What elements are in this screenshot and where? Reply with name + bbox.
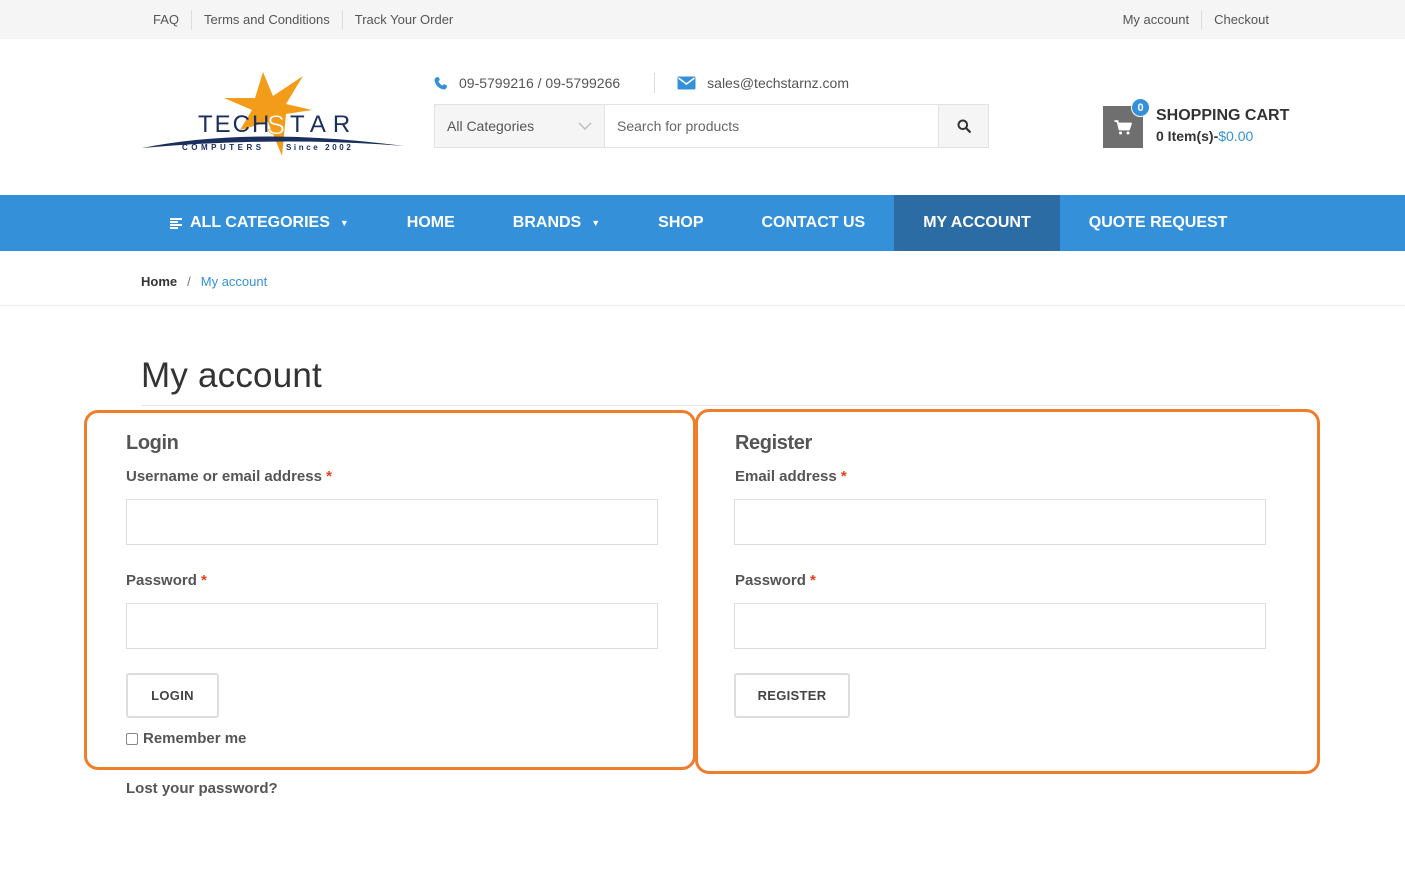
nav-quote-request-label: QUOTE REQUEST (1088, 214, 1228, 231)
nav-home-label: HOME (406, 214, 455, 231)
breadcrumb-separator: / (187, 274, 191, 289)
register-email-field[interactable] (734, 499, 1266, 545)
login-button[interactable]: LOGIN (126, 673, 219, 718)
cart-amount: $0.00 (1218, 128, 1254, 144)
cart-count-badge: 0 (1131, 98, 1150, 117)
username-label-text: Username or email address (126, 468, 322, 485)
lost-password-link[interactable]: Lost your password? (126, 780, 278, 797)
page-title: My account (141, 356, 322, 395)
shopping-cart[interactable]: 0 SHOPPING CART 0 Item(s)-$0.00 (1103, 98, 1289, 148)
logo-text-left: TECH (198, 111, 271, 138)
main-navigation: ALL CATEGORIES ▼ HOME BRANDS ▼ SHOP CONT… (0, 195, 1405, 251)
terms-link[interactable]: Terms and Conditions (192, 9, 343, 30)
remember-me[interactable]: Remember me (126, 730, 246, 747)
required-marker: * (810, 572, 816, 589)
nav-my-account-label: MY ACCOUNT (923, 214, 1031, 231)
my-account-link[interactable]: My account (1111, 9, 1203, 30)
nav-home[interactable]: HOME (378, 195, 484, 251)
required-marker: * (840, 468, 847, 485)
email-contact[interactable]: sales@techstarnz.com (677, 75, 849, 91)
search-bar: All Categories (434, 104, 989, 148)
logo-text-right: TAR (290, 111, 357, 138)
login-password-label-text: Password (126, 572, 197, 589)
username-field[interactable] (126, 499, 658, 545)
register-email-label-text: Email address (735, 468, 837, 485)
phone-icon (434, 76, 448, 89)
track-order-link[interactable]: Track Your Order (343, 10, 466, 30)
login-password-label: Password * (126, 572, 207, 589)
nav-brands[interactable]: BRANDS ▼ (484, 195, 629, 251)
search-input[interactable] (605, 105, 938, 147)
top-bar: FAQ Terms and Conditions Track Your Orde… (0, 0, 1405, 39)
divider (0, 305, 1405, 306)
nav-all-categories-label: ALL CATEGORIES (190, 214, 330, 231)
top-bar-left-links: FAQ Terms and Conditions Track Your Orde… (141, 0, 465, 39)
faq-link[interactable]: FAQ (141, 9, 193, 30)
remember-me-checkbox[interactable] (126, 732, 138, 745)
nav-all-categories[interactable]: ALL CATEGORIES ▼ (141, 195, 378, 251)
breadcrumb: Home / My account (141, 274, 267, 289)
site-logo[interactable]: TECH S TAR COMPUTERS Since 2002 (140, 70, 406, 162)
register-password-label-text: Password (735, 572, 806, 589)
caret-down-icon: ▼ (591, 218, 601, 228)
logo-tagline-right: Since 2002 (286, 143, 353, 152)
logo-tagline-left: COMPUTERS (182, 143, 265, 152)
logo-text-s: S (267, 110, 285, 140)
title-divider (141, 405, 1280, 406)
register-email-label: Email address * (735, 468, 847, 485)
register-password-label: Password * (735, 572, 816, 589)
category-select-value: All Categories (447, 118, 535, 134)
username-label: Username or email address * (126, 468, 332, 485)
breadcrumb-home[interactable]: Home (141, 274, 177, 289)
contact-info: 09-5799216 / 09-5799266 sales@techstarnz… (433, 72, 849, 94)
envelope-icon (677, 76, 696, 90)
phone-number: 09-5799216 / 09-5799266 (459, 75, 621, 91)
cart-items: 0 Item(s)- (1156, 128, 1219, 144)
register-password-field[interactable] (734, 603, 1266, 649)
cart-icon-box[interactable]: 0 (1103, 98, 1150, 148)
nav-contact-us-label: CONTACT US (761, 214, 866, 231)
chevron-down-icon (578, 122, 592, 130)
required-marker: * (201, 572, 207, 589)
nav-shop-label: SHOP (658, 214, 704, 231)
cart-title: SHOPPING CART (1156, 107, 1290, 124)
nav-contact-us[interactable]: CONTACT US (733, 195, 895, 251)
techstar-logo-graphic: TECH S TAR COMPUTERS Since 2002 (142, 72, 404, 156)
nav-my-account[interactable]: MY ACCOUNT (894, 195, 1060, 251)
cart-text: SHOPPING CART 0 Item(s)-$0.00 (1156, 106, 1289, 148)
caret-down-icon: ▼ (339, 218, 349, 228)
nav-shop[interactable]: SHOP (629, 195, 732, 251)
nav-brands-label: BRANDS (512, 214, 582, 231)
remember-me-label: Remember me (143, 730, 247, 747)
register-highlight-box (695, 409, 1320, 774)
checkout-link[interactable]: Checkout (1202, 10, 1269, 30)
menu-icon (170, 217, 182, 229)
search-icon (957, 119, 971, 133)
top-bar-right-links: My account Checkout (1111, 0, 1269, 39)
email-address[interactable]: sales@techstarnz.com (707, 75, 849, 91)
required-marker: * (326, 468, 332, 485)
login-heading: Login (126, 432, 179, 454)
category-select[interactable]: All Categories (435, 105, 605, 147)
login-password-field[interactable] (126, 603, 658, 649)
cart-icon (1114, 119, 1132, 134)
contact-separator (654, 73, 656, 93)
cart-summary: 0 Item(s)-$0.00 (1156, 125, 1289, 147)
register-heading: Register (735, 432, 812, 454)
nav-quote-request[interactable]: QUOTE REQUEST (1060, 195, 1257, 251)
register-button[interactable]: REGISTER (734, 673, 850, 718)
search-button[interactable] (938, 105, 988, 147)
breadcrumb-current: My account (200, 274, 268, 289)
phone-contact: 09-5799216 / 09-5799266 (433, 75, 620, 91)
